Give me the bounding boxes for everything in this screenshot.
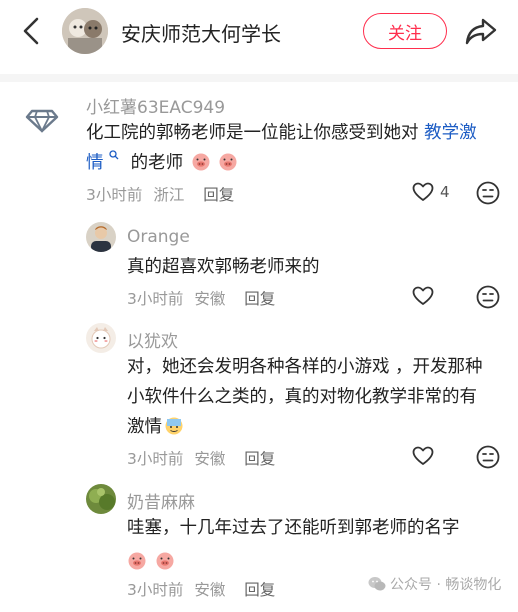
follow-button[interactable]: 关注 (363, 13, 447, 49)
comment-text: 真的超喜欢郭畅老师来的 (127, 257, 320, 277)
user-avatar[interactable] (86, 484, 116, 514)
share-button[interactable] (463, 14, 499, 48)
pig-face-emoji-icon (219, 153, 237, 171)
comment-location: 安徽 (194, 290, 226, 308)
username[interactable]: 以犹欢 (127, 327, 178, 352)
like-button[interactable]: 4 (412, 182, 450, 202)
watermark: 公众号 · 畅谈物化 (368, 574, 501, 594)
comment-time: 3小时前 (127, 581, 184, 599)
username[interactable]: 奶昔麻麻 (127, 488, 195, 513)
heart-icon (412, 182, 434, 201)
like-button[interactable] (412, 286, 434, 306)
comment-text: 化工院的郭畅老师是一位能让你感受到她对 教学激 情 的老师 (86, 118, 506, 178)
dislike-face-icon (476, 445, 500, 469)
user-avatar[interactable] (86, 323, 116, 353)
back-arrow-icon (23, 17, 39, 45)
dislike-button[interactable] (475, 284, 501, 310)
comment-meta: 3小时前 安徽 回复 (127, 287, 281, 309)
pig-face-emoji-icon (128, 552, 146, 570)
section-divider (0, 74, 518, 82)
comment-text-after: 的老师 (130, 153, 184, 173)
comment-text-line: 小软件什么之类的，真的对物化教学非常的有 (127, 387, 477, 407)
reply-button[interactable]: 回复 (244, 450, 275, 468)
pig-face-emoji-icon (192, 153, 210, 171)
user-avatar[interactable] (18, 94, 66, 142)
sweat-emoji-icon (165, 417, 183, 435)
hashtag-link-cont[interactable]: 情 (86, 153, 104, 173)
user-avatar[interactable] (86, 222, 116, 252)
comment-text-line: 激情 (127, 417, 162, 437)
comment-time: 3小时前 (127, 450, 184, 468)
like-count: 4 (440, 183, 450, 201)
comment-meta: 3小时前 浙江 回复 (86, 183, 240, 205)
back-button[interactable] (16, 14, 46, 48)
reply-button[interactable]: 回复 (244, 581, 275, 599)
share-arrow-icon (465, 18, 497, 45)
comment-meta: 3小时前 安徽 回复 (127, 447, 281, 469)
reply-button[interactable]: 回复 (244, 290, 275, 308)
like-button[interactable] (412, 446, 434, 466)
watermark-text: 公众号 · 畅谈物化 (390, 577, 502, 593)
dislike-button[interactable] (475, 180, 501, 206)
dislike-face-icon (476, 285, 500, 309)
pig-face-emoji-icon (156, 552, 174, 570)
comment-text-line: 哇塞，十几年过去了还能听到郭老师的名字 (127, 518, 460, 538)
dislike-button[interactable] (475, 444, 501, 470)
wechat-icon (368, 577, 386, 591)
hashtag-search-icon (109, 150, 119, 160)
heart-icon (412, 446, 434, 465)
comment-location: 安徽 (194, 581, 226, 599)
username[interactable]: 小红薯63EAC949 (86, 93, 225, 118)
comment-text-line: 对，她还会发明各种各样的小游戏 ，开发那种 (127, 357, 483, 377)
comment-location: 浙江 (153, 186, 185, 204)
comment-text-line: 化工院的郭畅老师是一位能让你感受到她对 (86, 123, 419, 143)
username[interactable]: Orange (127, 227, 190, 247)
heart-icon (412, 286, 434, 305)
comment-time: 3小时前 (86, 186, 143, 204)
comment-time: 3小时前 (127, 290, 184, 308)
author-avatar[interactable] (62, 8, 108, 54)
comment-location: 安徽 (194, 450, 226, 468)
dislike-face-icon (476, 181, 500, 205)
author-name[interactable]: 安庆师范大何学长 (121, 18, 281, 47)
top-bar: 安庆师范大何学长 关注 (0, 0, 518, 64)
diamond-avatar-icon (18, 94, 66, 142)
comment-text: 哇塞，十几年过去了还能听到郭老师的名字 (127, 513, 512, 573)
comment-text: 对，她还会发明各种各样的小游戏 ，开发那种 小软件什么之类的，真的对物化教学非常… (127, 352, 512, 442)
hashtag-link[interactable]: 教学激 (424, 123, 477, 143)
reply-button[interactable]: 回复 (203, 186, 234, 204)
comment-meta: 3小时前 安徽 回复 (127, 578, 281, 600)
